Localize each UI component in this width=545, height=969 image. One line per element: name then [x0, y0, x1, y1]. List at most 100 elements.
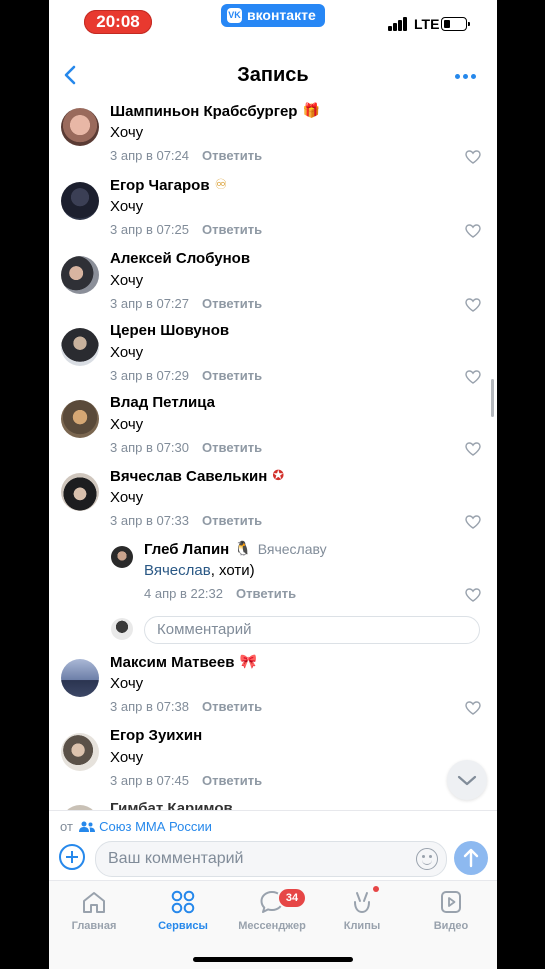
avatar[interactable]: [61, 256, 99, 294]
comment-meta: 3 апр в 07:27 Ответить: [110, 296, 262, 311]
from-group: Союз ММА России: [99, 819, 212, 834]
reply-button[interactable]: Ответить: [202, 148, 262, 163]
reply-button[interactable]: Ответить: [202, 296, 262, 311]
comment-text: Хочу: [110, 489, 144, 506]
scroll-down-button[interactable]: [447, 760, 487, 800]
comment-author[interactable]: Влад Петлица: [110, 394, 215, 411]
comment-text: Хочу: [110, 272, 144, 289]
avatar[interactable]: [61, 473, 99, 511]
reply-button[interactable]: Ответить: [202, 222, 262, 237]
gift-icon: 🎁: [302, 102, 320, 118]
comment-input-placeholder: Ваш комментарий: [108, 850, 244, 867]
comment-meta: 3 апр в 07:30 Ответить: [110, 440, 262, 455]
tab-home[interactable]: Главная: [51, 881, 137, 941]
reply-button[interactable]: Ответить: [202, 773, 262, 788]
heart-icon[interactable]: [465, 515, 481, 529]
heart-icon[interactable]: [465, 701, 481, 715]
tab-label: Мессенджер: [238, 920, 306, 932]
comment-date: 4 апр в 22:32: [144, 586, 224, 601]
my-avatar: [111, 618, 133, 640]
comment-author[interactable]: Глеб Лапин 🐧 Вячеславу: [144, 540, 327, 558]
ribbon-icon: 🎀: [239, 653, 257, 669]
tab-clips[interactable]: Клипы: [319, 881, 405, 941]
avatar[interactable]: [61, 328, 99, 366]
comment-date: 3 апр в 07:45: [110, 773, 190, 788]
home-icon: [83, 892, 105, 913]
heart-icon[interactable]: [465, 442, 481, 456]
spartak-icon: ✪: [272, 467, 285, 483]
tab-label: Главная: [71, 920, 117, 932]
comment-text: Хочу: [110, 344, 144, 361]
vk-app-label: вконтакте: [247, 7, 316, 23]
tab-video[interactable]: Видео: [408, 881, 494, 941]
comment-meta: 3 апр в 07:38 Ответить: [110, 699, 262, 714]
comment-author[interactable]: Максим Матвеев 🎀: [110, 653, 257, 671]
screen: 20:08 VK вконтакте LTE Запись Шампиньон …: [49, 0, 497, 969]
home-indicator[interactable]: [193, 957, 353, 962]
comment-date: 3 апр в 07:29: [110, 368, 190, 383]
page-title: Запись: [237, 64, 309, 86]
heart-icon[interactable]: [465, 298, 481, 312]
comment-meta: 3 апр в 07:25 Ответить: [110, 222, 262, 237]
reply-button[interactable]: Ответить: [202, 368, 262, 383]
reply-button[interactable]: Ответить: [236, 586, 296, 601]
avatar[interactable]: [61, 400, 99, 438]
infinity-icon: ♾: [214, 176, 228, 192]
clips-icon: [354, 892, 370, 914]
tab-label: Клипы: [343, 920, 381, 932]
arrow-up-icon: [463, 848, 479, 868]
comment-date: 3 апр в 07:25: [110, 222, 190, 237]
avatar[interactable]: [111, 546, 133, 568]
more-dots-icon[interactable]: [455, 74, 477, 80]
comment-date: 3 апр в 07:30: [110, 440, 190, 455]
comment-text: Хочу: [110, 124, 144, 141]
compose-area: от Союз ММА России Ваш комментарий: [49, 810, 497, 881]
reply-button[interactable]: Ответить: [202, 699, 262, 714]
heart-icon[interactable]: [465, 224, 481, 238]
reply-button[interactable]: Ответить: [202, 513, 262, 528]
reply-input-placeholder: Комментарий: [157, 621, 252, 638]
attach-plus-icon[interactable]: [59, 844, 85, 870]
tab-services[interactable]: Сервисы: [140, 881, 226, 941]
tab-label: Видео: [433, 920, 469, 932]
vk-logo-icon: VK: [227, 8, 242, 23]
services-grid-icon: [171, 890, 195, 914]
comment-author[interactable]: Егор Зуихин: [110, 727, 202, 744]
tab-messenger[interactable]: 34 Мессенджер: [229, 881, 315, 941]
status-time[interactable]: 20:08: [84, 10, 152, 34]
comment-meta: 3 апр в 07:29 Ответить: [110, 368, 262, 383]
comment-author[interactable]: Алексей Слобунов: [110, 250, 250, 267]
heart-icon[interactable]: [465, 370, 481, 384]
reply-comment-input[interactable]: Комментарий: [144, 616, 480, 644]
post-as-selector[interactable]: от Союз ММА России: [60, 819, 212, 834]
unread-badge: 34: [277, 887, 307, 909]
comment-author[interactable]: Церен Шовунов: [110, 322, 229, 339]
scrollbar[interactable]: [491, 379, 494, 417]
from-prefix: от: [60, 819, 73, 834]
avatar[interactable]: [61, 108, 99, 146]
mention-link[interactable]: Вячеслав: [144, 562, 211, 579]
comment-author[interactable]: Вячеслав Савелькин ✪: [110, 467, 284, 485]
avatar[interactable]: [61, 659, 99, 697]
network-label: LTE: [414, 16, 440, 32]
video-icon: [441, 891, 461, 913]
comment-input[interactable]: Ваш комментарий: [95, 841, 447, 877]
heart-icon[interactable]: [465, 588, 481, 602]
vk-app-pill[interactable]: VK вконтакте: [221, 4, 325, 27]
comment-date: 3 апр в 07:38: [110, 699, 190, 714]
signal-icon: [388, 17, 410, 31]
status-bar: 20:08 VK вконтакте LTE: [49, 0, 497, 48]
comment-text: Вячеслав, хоти): [144, 562, 255, 579]
comment-text: Хочу: [110, 675, 144, 692]
heart-icon[interactable]: [465, 150, 481, 164]
avatar[interactable]: [61, 733, 99, 771]
reply-button[interactable]: Ответить: [202, 440, 262, 455]
send-button[interactable]: [454, 841, 488, 875]
avatar[interactable]: [61, 182, 99, 220]
comment-text: Хочу: [110, 198, 144, 215]
comment-author[interactable]: Шампиньон Крабсбургер 🎁: [110, 102, 320, 120]
emoji-icon[interactable]: [416, 848, 438, 870]
comment-author[interactable]: Егор Чагаров ♾: [110, 176, 227, 194]
group-icon: [78, 821, 95, 832]
battery-icon: [441, 17, 470, 31]
